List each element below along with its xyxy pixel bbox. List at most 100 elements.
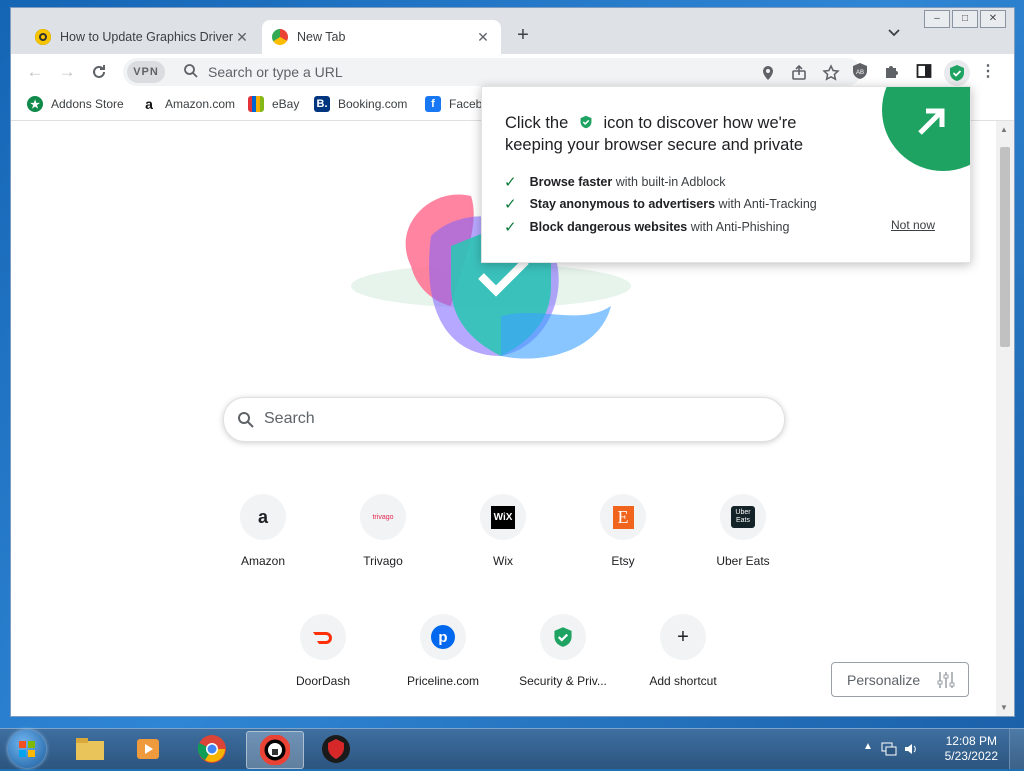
system-tray: ▲ 12:08 PM 5/23/2022 <box>859 729 1024 769</box>
search-icon <box>184 64 198 78</box>
start-button[interactable] <box>8 730 46 768</box>
browser-favicon-icon <box>272 29 288 45</box>
bookmark-ebay[interactable]: eBay <box>248 96 299 112</box>
shortcut-label: Add shortcut <box>649 674 717 688</box>
extensions-puzzle-icon[interactable] <box>881 62 903 84</box>
facebook-icon: f <box>425 96 441 112</box>
back-arrow-icon[interactable]: ← <box>23 60 47 84</box>
site-favicon-icon <box>35 29 51 45</box>
folder-icon <box>76 738 104 760</box>
clock[interactable]: 12:08 PM 5/23/2022 <box>945 734 998 764</box>
taskbar-media-player[interactable] <box>122 731 174 767</box>
amazon-icon: a <box>240 494 286 540</box>
taskbar-secure-browser[interactable] <box>246 731 304 769</box>
shortcut-etsy[interactable]: E Etsy <box>573 494 673 568</box>
tab-how-to-update[interactable]: How to Update Graphics Driver f ✕ <box>25 20 260 54</box>
side-panel-icon[interactable] <box>913 62 935 84</box>
shortcut-amazon[interactable]: a Amazon <box>213 494 313 568</box>
page-scrollbar[interactable]: ▲ ▼ <box>996 121 1014 716</box>
popup-corner-badge <box>882 87 970 171</box>
bookmark-facebook[interactable]: f Faceb <box>425 96 482 112</box>
taskbar: ▲ 12:08 PM 5/23/2022 <box>0 728 1024 769</box>
svg-text:AB: AB <box>856 70 864 76</box>
priceline-icon: p <box>420 614 466 660</box>
feature-item: ✓ Block dangerous websites with Anti-Phi… <box>504 219 790 236</box>
ebay-icon <box>248 96 264 112</box>
taskbar-chrome[interactable] <box>186 731 238 767</box>
tab-close-icon[interactable]: ✕ <box>475 29 491 46</box>
network-icon[interactable] <box>881 741 897 757</box>
tab-close-icon[interactable]: ✕ <box>234 29 250 46</box>
popup-headline: Click the icon to discover how we're kee… <box>505 114 804 154</box>
show-desktop-button[interactable] <box>1009 729 1024 769</box>
minimize-button[interactable]: – <box>924 10 950 28</box>
reload-icon[interactable] <box>87 60 111 84</box>
window-controls: – □ ✕ <box>922 10 1006 28</box>
vpn-button[interactable]: VPN <box>127 61 165 83</box>
search-box[interactable]: Search <box>223 397 785 442</box>
scroll-up-arrow-icon[interactable]: ▲ <box>1000 125 1008 134</box>
location-pin-icon[interactable] <box>759 64 777 82</box>
shortcut-label: Etsy <box>611 554 635 568</box>
taskbar-security-app[interactable] <box>310 731 362 767</box>
secure-browser-icon <box>260 735 290 765</box>
shield-check-icon <box>540 614 586 660</box>
feature-item: ✓ Stay anonymous to advertisers with Ant… <box>504 196 817 213</box>
tab-title: New Tab <box>297 30 346 44</box>
bookmark-label: eBay <box>272 97 300 111</box>
browser-window: How to Update Graphics Driver f ✕ New Ta… <box>11 8 1014 716</box>
clock-time: 12:08 PM <box>945 734 997 748</box>
shortcut-trivago[interactable]: trivago Trivago <box>333 494 433 568</box>
bookmark-label: Booking.com <box>338 97 408 111</box>
shortcut-security-privacy[interactable]: Security & Priv... <box>513 614 613 688</box>
bookmark-star-icon[interactable] <box>822 64 840 82</box>
address-placeholder: Search or type a URL <box>208 64 343 80</box>
bookmark-label: Amazon.com <box>165 97 236 111</box>
check-icon: ✓ <box>504 174 517 191</box>
adblock-extension-icon[interactable]: AB <box>849 62 871 84</box>
navigation-toolbar: ← → VPN Search or type a URL AB ⋮ <box>11 54 1014 90</box>
clock-date: 5/23/2022 <box>944 749 998 763</box>
shortcut-label: Amazon <box>240 554 286 568</box>
bookmark-addons-store[interactable]: ★ Addons Store <box>27 96 124 112</box>
security-shield-extension-icon[interactable] <box>944 60 970 86</box>
forward-arrow-icon[interactable]: → <box>55 60 79 84</box>
not-now-link[interactable]: Not now <box>891 218 935 232</box>
address-bar[interactable]: VPN Search or type a URL <box>123 58 861 86</box>
arrow-up-right-icon <box>918 108 945 135</box>
uber-eats-icon: Uber Eats <box>720 494 766 540</box>
taskbar-file-explorer[interactable] <box>64 731 116 767</box>
shortcut-label: Security & Priv... <box>519 674 607 688</box>
shortcut-label: Wix <box>493 554 513 568</box>
plus-icon: + <box>660 614 706 660</box>
shortcut-label: DoorDash <box>295 674 351 688</box>
windows-logo-icon <box>19 741 35 757</box>
trivago-icon: trivago <box>360 494 406 540</box>
chrome-icon <box>197 735 226 763</box>
shortcut-label: Trivago <box>363 554 403 568</box>
shortcut-label: Uber Eats <box>716 554 770 568</box>
shortcut-label: Priceline.com <box>406 674 480 688</box>
tab-new-tab[interactable]: New Tab ✕ <box>262 20 501 54</box>
shortcut-doordash[interactable]: DoorDash <box>273 614 373 688</box>
personalize-button[interactable]: Personalize <box>831 662 969 697</box>
bookmark-booking[interactable]: B. Booking.com <box>314 96 407 112</box>
wix-icon: WiX <box>480 494 526 540</box>
new-tab-button[interactable]: + <box>511 24 535 48</box>
share-icon[interactable] <box>790 64 808 82</box>
maximize-button[interactable]: □ <box>952 10 978 28</box>
shortcut-uber-eats[interactable]: Uber Eats Uber Eats <box>693 494 793 568</box>
shortcut-add[interactable]: + Add shortcut <box>633 614 733 688</box>
close-window-button[interactable]: ✕ <box>980 10 1006 28</box>
scroll-down-arrow-icon[interactable]: ▼ <box>1000 703 1008 712</box>
shortcut-priceline[interactable]: p Priceline.com <box>393 614 493 688</box>
shortcut-wix[interactable]: WiX Wix <box>453 494 553 568</box>
menu-kebab-icon[interactable]: ⋮ <box>977 62 999 84</box>
search-icon <box>238 412 254 428</box>
volume-icon[interactable] <box>903 741 919 757</box>
scrollbar-thumb[interactable] <box>1000 147 1010 347</box>
amazon-icon: a <box>145 96 153 112</box>
tab-search-chevron-icon[interactable] <box>883 26 905 48</box>
tray-expand-icon[interactable]: ▲ <box>863 741 873 752</box>
bookmark-amazon[interactable]: a Amazon.com <box>141 96 235 112</box>
